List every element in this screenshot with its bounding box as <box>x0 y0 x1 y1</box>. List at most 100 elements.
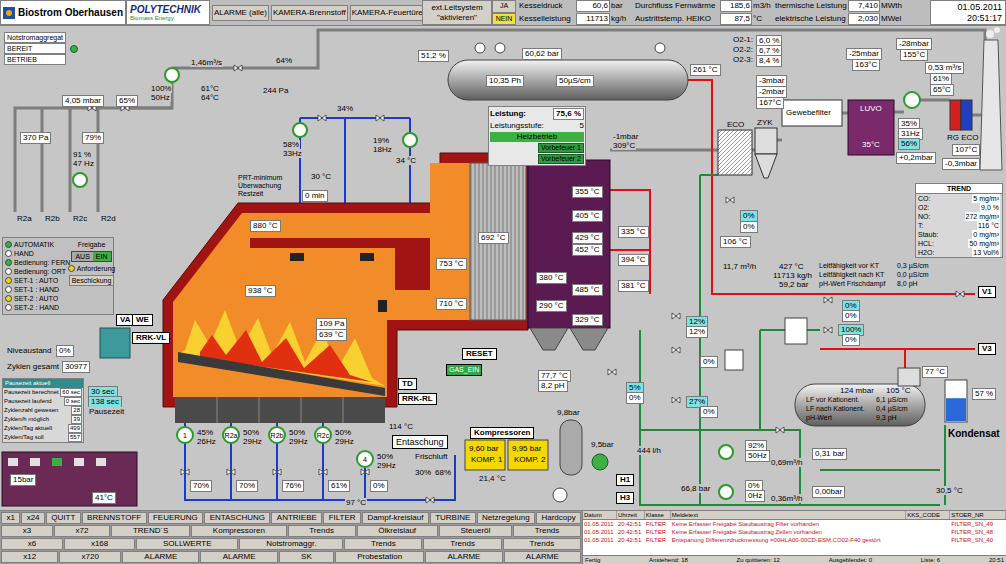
nav-button[interactable]: FEUERUNG <box>148 512 204 524</box>
valve-icon <box>672 397 680 403</box>
value-label: 4 <box>356 450 374 468</box>
nav-button[interactable]: Trends <box>503 538 581 550</box>
tag-label[interactable]: TD <box>398 378 417 390</box>
value-label: LF nach Kationent. <box>806 404 865 413</box>
nav-button[interactable]: ANTRIEBE <box>271 512 322 524</box>
value-label: 0,3 µS/cm <box>896 261 930 270</box>
value-label: 0% <box>626 392 644 404</box>
tag-label[interactable]: WE <box>132 314 153 326</box>
tag-label[interactable]: H3 <box>616 492 634 504</box>
alarm-row[interactable]: 01.05.201120:42:51FILTEREntspanung Diffe… <box>583 536 1006 544</box>
value-label: 1 <box>176 426 194 444</box>
tag-label[interactable]: RRK-VL <box>132 332 170 344</box>
value-label[interactable]: GAS_EIN <box>446 364 482 376</box>
value-label: 309°C <box>612 141 636 150</box>
hydraulic-unit <box>2 452 137 506</box>
value-label: R2a <box>222 426 240 444</box>
mode-radio[interactable]: SET-2 : HAND <box>5 303 68 312</box>
nav-button[interactable]: SK <box>279 551 334 563</box>
nav-button[interactable]: Dampf-kreislauf <box>362 512 429 524</box>
nav-button[interactable]: x1 <box>1 512 20 524</box>
nav-button[interactable]: Kompressoren <box>191 525 286 537</box>
nav-button[interactable]: x72 <box>54 525 110 537</box>
header-button[interactable]: ALARME (alle) <box>212 5 269 21</box>
release-toggle[interactable]: AUS <box>72 252 92 261</box>
nav-button[interactable]: FILTER <box>323 512 361 524</box>
tag-label[interactable]: H1 <box>616 474 634 486</box>
nav-button[interactable]: ALARME <box>504 551 581 563</box>
value-label: 0% <box>700 356 718 368</box>
cyclone <box>755 128 777 154</box>
value-label: 0,0 µS/cm <box>896 270 930 279</box>
alarm-row[interactable]: 01.05.201120:42:51FILTERKeine Erfasser F… <box>583 528 1006 536</box>
value-label: 50Hz <box>745 450 770 462</box>
fan-icons <box>73 68 920 499</box>
nav-button[interactable]: ENTASCHUNG <box>204 512 270 524</box>
preheat-button[interactable]: Vorbefeuer 2 <box>538 154 584 164</box>
nav-button[interactable]: Trends <box>344 538 422 550</box>
nav-button[interactable]: QUITT <box>46 512 81 524</box>
valve-icon <box>227 469 235 475</box>
nav-button[interactable]: Hardcopy <box>536 512 581 524</box>
mode-radio[interactable]: AUTOMATIK <box>5 240 68 249</box>
nav-button[interactable]: Trends <box>288 525 356 537</box>
value-label: 485 °C <box>572 284 603 296</box>
mode-radio[interactable]: SET-2 : AUTO <box>5 294 68 303</box>
nav-button[interactable]: ALARME <box>200 551 277 563</box>
nav-button[interactable]: Trends <box>423 538 501 550</box>
nav-button[interactable]: x24 <box>21 512 45 524</box>
ext-option[interactable]: NEIN <box>492 13 516 26</box>
nav-button[interactable]: Probestation <box>335 551 424 563</box>
mode-radio[interactable]: SET-1 : HAND <box>5 285 68 294</box>
value-label: 0,4 µS/cm <box>876 404 908 413</box>
ext-option[interactable]: JA <box>492 0 516 13</box>
nav-button[interactable]: x6 <box>1 538 63 550</box>
nav-button[interactable]: ALARME <box>425 551 502 563</box>
alarm-row[interactable]: 01.05.201120:42:51FILTERKeine Erfasser F… <box>583 520 1006 528</box>
nav-button[interactable]: Ölkreislauf <box>357 525 438 537</box>
preheat-button[interactable]: Vorbefeuer 1 <box>538 143 584 153</box>
value-label: 19% <box>372 136 390 145</box>
header-button[interactable]: KAMERA-Brennstoff <box>271 5 348 21</box>
nav-button[interactable]: SOLLWERTE <box>136 538 238 550</box>
tag-label[interactable]: V1 <box>978 286 996 298</box>
nav-button[interactable]: TREND´S <box>111 525 190 537</box>
nav-button[interactable]: BRENNSTOFF <box>82 512 147 524</box>
nav-button[interactable]: Netzregelung <box>477 512 535 524</box>
tag-label[interactable]: Kompressoren <box>470 427 534 439</box>
nav-button[interactable]: x168 <box>64 538 135 550</box>
hydraulic-lamps <box>8 458 106 466</box>
value-label: 0,00bar <box>812 486 845 498</box>
feed-button[interactable]: Beschickung <box>69 275 115 286</box>
value-label: 0% <box>740 221 758 233</box>
nav-button[interactable]: x3 <box>1 525 53 537</box>
tag-label[interactable]: RESET <box>462 348 497 360</box>
tag-label[interactable]: RRK-RL <box>398 393 437 405</box>
value-label: 710 °C <box>436 298 467 310</box>
nav-button[interactable]: x12 <box>1 551 58 563</box>
power-panel: Leistung:75,6 %Leistungsstufe:5Heizbetri… <box>488 106 586 166</box>
nav-button[interactable]: TURBINE <box>430 512 476 524</box>
mode-radio[interactable]: Bedienung: ORT <box>5 267 68 276</box>
value-label: R2d <box>100 214 117 223</box>
release-toggle[interactable]: EIN <box>93 252 111 261</box>
steam-drum <box>448 60 688 100</box>
value-label: 938 °C <box>245 285 276 297</box>
mode-radio[interactable]: SET-1 : AUTO <box>5 276 68 285</box>
bag-filter <box>782 100 842 126</box>
value-label: 8,4 % <box>756 55 782 67</box>
value-label: 880 °C <box>250 220 281 232</box>
tag-label[interactable]: V3 <box>978 343 996 355</box>
mode-radio[interactable]: HAND <box>5 249 68 258</box>
nav-button[interactable]: Steueröl <box>439 525 512 537</box>
value-label: 30977 <box>62 361 90 373</box>
mode-radio[interactable]: Bedienung: FERN <box>5 258 68 267</box>
value-label: 59,2 bar <box>778 280 809 289</box>
nav-button[interactable]: Trends <box>513 525 581 537</box>
value-label: 0% <box>700 406 718 418</box>
value-label: 97 °C <box>345 498 367 507</box>
nav-button[interactable]: ALARME <box>122 551 199 563</box>
nav-button[interactable]: Notstromaggr. <box>239 538 343 550</box>
header-button[interactable]: KAMERA-Feuertüre-1 <box>350 5 432 21</box>
nav-button[interactable]: x720 <box>59 551 121 563</box>
